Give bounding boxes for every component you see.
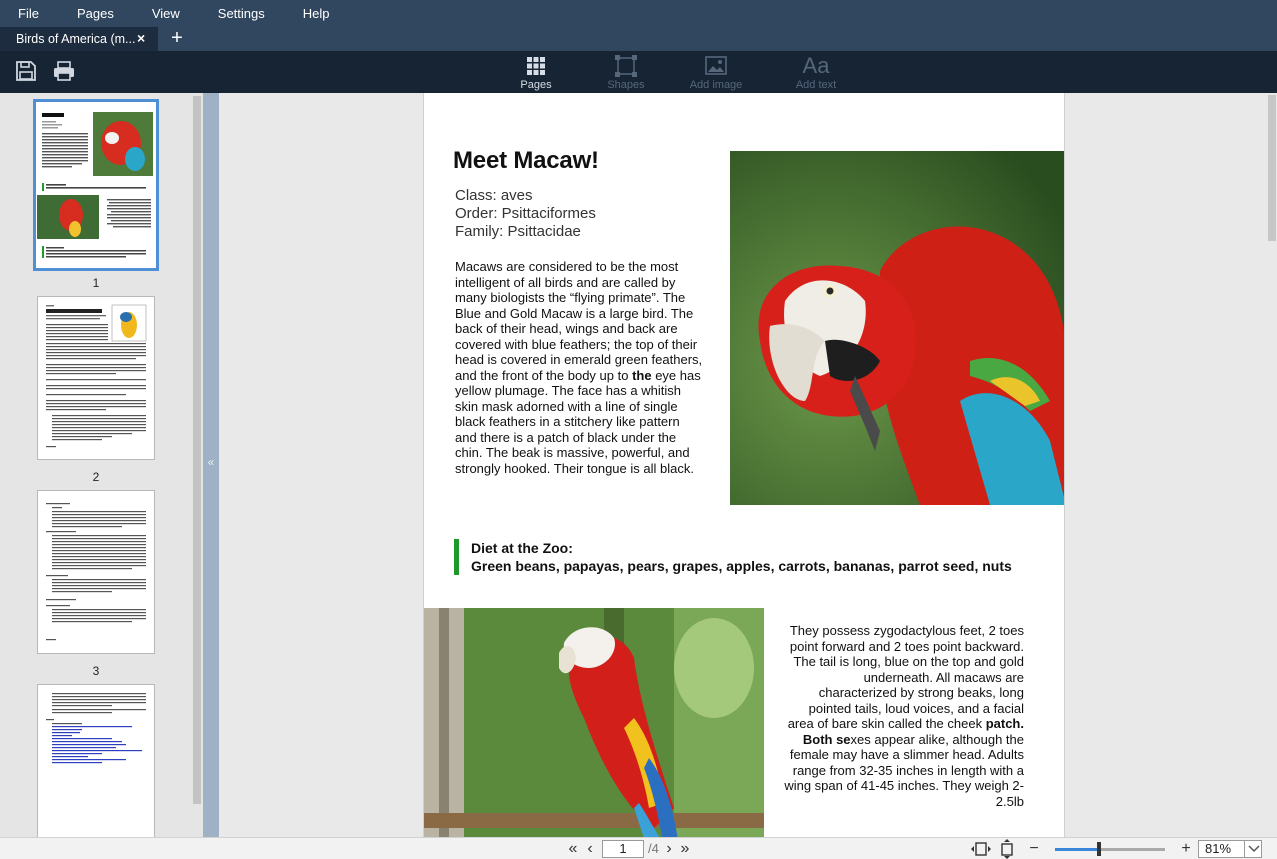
class-label: Class: aves — [455, 187, 533, 204]
zoom-out-button[interactable]: − — [1025, 839, 1043, 859]
grid-icon — [501, 54, 571, 78]
page-thumbnail-2[interactable] — [37, 296, 155, 460]
menu-pages[interactable]: Pages — [58, 0, 133, 27]
thumbnail-preview-2 — [38, 297, 154, 459]
zoom-slider-fill — [1055, 848, 1099, 851]
description-text-b: eye has yellow plumage. The face has a w… — [455, 367, 701, 476]
description-text-a: Macaws are considered to be the most int… — [455, 259, 703, 383]
tab-document-label: Birds of America (m... — [16, 32, 136, 46]
zoom-slider[interactable] — [1055, 842, 1165, 856]
menu-bar: File Pages View Settings Help — [0, 0, 1277, 27]
save-icon[interactable] — [15, 60, 37, 82]
shapes-icon — [591, 54, 661, 78]
family-label: Family: Psittacidae — [455, 223, 581, 240]
thumbnail-page-number-2: 2 — [92, 470, 100, 484]
feet-paragraph: They possess zygodactylous feet, 2 toes … — [784, 623, 1024, 809]
zoom-slider-handle[interactable] — [1097, 842, 1101, 856]
thumbnail-preview-4 — [38, 685, 154, 837]
thumbnail-page-number-1: 1 — [92, 276, 100, 290]
last-page-button[interactable]: » — [677, 839, 693, 859]
page-total: /4 — [648, 841, 659, 856]
thumbnail-scrollbar-thumb[interactable] — [193, 96, 201, 804]
menu-help[interactable]: Help — [284, 0, 349, 27]
thumbnail-page-number-3: 3 — [92, 664, 100, 678]
thumbnail-pane: 1 2 3 — [0, 93, 203, 837]
tab-close-icon[interactable]: × — [137, 27, 151, 51]
tool-shapes-label: Shapes — [607, 79, 645, 91]
document-page: Meet Macaw! Class: aves Order: Psittacif… — [423, 93, 1065, 837]
zoom-level-value: 81% — [1205, 841, 1232, 856]
diet-list: Green beans, papayas, pears, grapes, app… — [471, 558, 1012, 574]
app-window: File Pages View Settings Help Birds of A… — [0, 0, 1277, 859]
first-page-button[interactable]: « — [565, 839, 581, 859]
previous-page-button[interactable]: ‹ — [583, 839, 597, 859]
tool-add-image[interactable]: Add image — [681, 54, 751, 92]
document-scrollbar[interactable] — [1268, 95, 1276, 241]
tool-add-text[interactable]: Aa Add text — [781, 54, 851, 92]
description-bold: the — [632, 367, 652, 383]
tool-add-image-label: Add image — [689, 79, 743, 91]
text-icon: Aa — [802, 53, 830, 78]
document-viewer: Meet Macaw! Class: aves Order: Psittacif… — [219, 93, 1277, 837]
chevron-down-icon[interactable] — [1244, 840, 1262, 858]
macaw-photo-1 — [730, 151, 1064, 505]
thumbnail-scrollbar[interactable] — [193, 93, 201, 837]
zoom-in-button[interactable]: + — [1177, 839, 1195, 859]
tab-bar: Birds of America (m... × + — [0, 27, 1277, 51]
page-thumbnail-4[interactable] — [37, 684, 155, 837]
thumbnail-preview-3 — [38, 491, 154, 653]
macaw-photo-2 — [424, 608, 764, 837]
tool-add-text-label: Add text — [795, 79, 837, 91]
fit-page-icon[interactable] — [998, 839, 1016, 859]
collapse-panel-icon[interactable]: « — [203, 455, 219, 469]
print-icon[interactable] — [53, 60, 75, 82]
panel-divider[interactable]: « — [203, 93, 219, 837]
menu-file[interactable]: File — [0, 0, 58, 27]
diet-heading: Diet at the Zoo: — [471, 540, 573, 556]
tool-pages-label: Pages — [520, 79, 552, 91]
page-thumbnail-1[interactable] — [33, 99, 159, 271]
image-icon — [681, 54, 751, 78]
diet-callout: Diet at the Zoo: Green beans, papayas, p… — [454, 539, 1012, 575]
feet-text-a: They possess zygodactylous feet, 2 toes … — [787, 623, 1024, 731]
page-thumbnail-3[interactable] — [37, 490, 155, 654]
toolbar: Pages Shapes Add image Aa Add text — [0, 51, 1277, 93]
tab-document[interactable]: Birds of America (m... — [0, 27, 158, 51]
page-number-input[interactable]: 1 — [602, 840, 644, 858]
fit-width-icon[interactable] — [968, 839, 994, 859]
order-label: Order: Psittaciformes — [455, 205, 596, 222]
menu-view[interactable]: View — [133, 0, 199, 27]
add-tab-button[interactable]: + — [162, 27, 192, 51]
tool-pages[interactable]: Pages — [501, 54, 571, 92]
status-bar: « ‹ 1 /4 › » − + 81% — [0, 837, 1277, 859]
thumbnail-preview-1 — [37, 103, 155, 265]
page-title: Meet Macaw! — [453, 147, 599, 174]
next-page-button[interactable]: › — [662, 839, 676, 859]
tool-shapes[interactable]: Shapes — [591, 54, 661, 92]
menu-settings[interactable]: Settings — [199, 0, 284, 27]
description-paragraph: Macaws are considered to be the most int… — [455, 259, 703, 476]
